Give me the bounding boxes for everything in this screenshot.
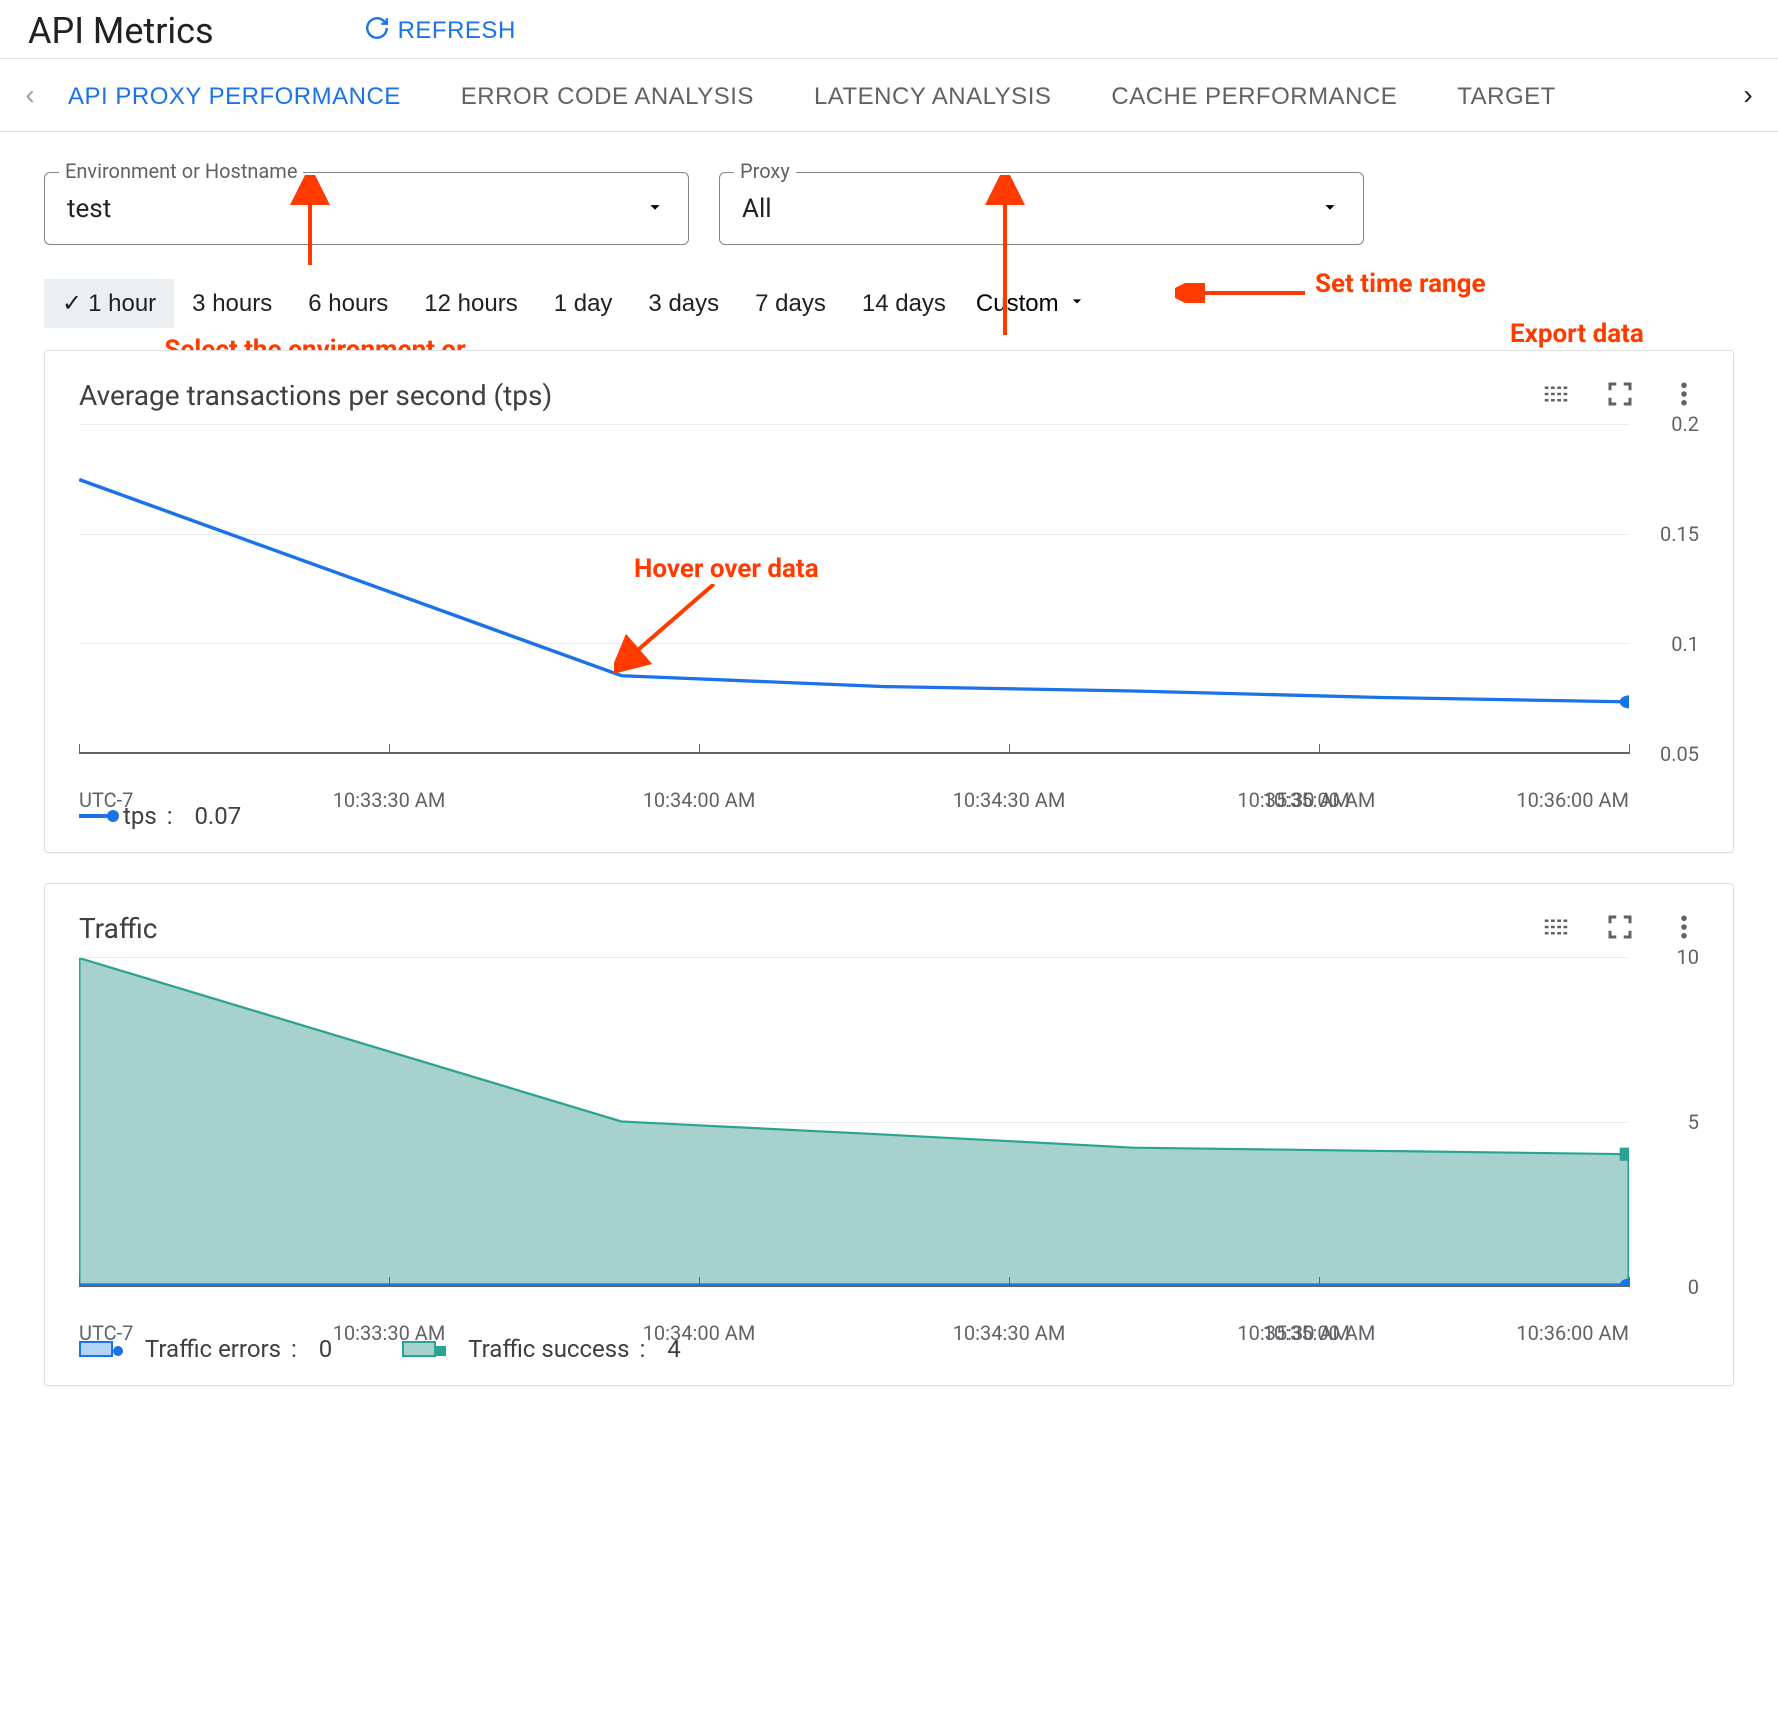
ytick: 0.05: [1660, 742, 1699, 766]
refresh-icon: [364, 15, 390, 48]
environment-select-value: test: [67, 194, 111, 224]
legend-icon: [1541, 930, 1571, 945]
ytick: 0: [1688, 1275, 1699, 1299]
legend-icon: [1541, 397, 1571, 412]
time-range-1-day[interactable]: 1 day: [536, 280, 631, 328]
ytick: 0.2: [1671, 412, 1699, 436]
xtick: 10:36:00 AM: [1516, 788, 1629, 812]
series-swatch: [79, 1341, 113, 1357]
chevron-right-icon: ›: [1743, 79, 1752, 111]
chevron-down-icon: [644, 196, 666, 222]
series-swatch: [79, 814, 113, 818]
card-traffic: Traffic 10 5 0 UTC-7 10:33:30 AM 10:3: [44, 883, 1734, 1386]
refresh-button[interactable]: REFRESH: [364, 15, 516, 48]
ytick: 0.1: [1671, 632, 1699, 656]
time-range-label: 1 hour: [88, 290, 156, 317]
xtick: 10:34:00 AM: [643, 1321, 756, 1345]
time-range-bar: ✓1 hour 3 hours 6 hours 12 hours 1 day 3…: [0, 265, 1778, 338]
check-icon: ✓: [62, 290, 82, 317]
tabs-scroll-left[interactable]: ‹: [12, 77, 48, 113]
xtick: 10:34:00 AM: [643, 788, 756, 812]
environment-select[interactable]: Environment or Hostname test: [44, 172, 689, 245]
chevron-left-icon: ‹: [25, 79, 34, 111]
refresh-label: REFRESH: [398, 17, 516, 45]
legend-toggle-button[interactable]: [1541, 379, 1571, 412]
proxy-select[interactable]: Proxy All: [719, 172, 1364, 245]
card-title: Average transactions per second (tps): [79, 379, 552, 412]
fullscreen-icon: [1605, 930, 1635, 945]
ytick: 10: [1677, 945, 1699, 969]
time-range-1-hour[interactable]: ✓1 hour: [44, 279, 174, 328]
ytick: 0.15: [1660, 522, 1699, 546]
time-range-3-days[interactable]: 3 days: [630, 280, 737, 328]
proxy-select-label: Proxy: [734, 159, 796, 183]
series-value: 0.07: [194, 802, 241, 830]
x-axis-label: UTC-7: [79, 788, 133, 812]
legend-toggle-button[interactable]: [1541, 912, 1571, 945]
xtick: 10:35:30 AM: [1237, 788, 1350, 812]
fullscreen-icon: [1605, 397, 1635, 412]
fullscreen-button[interactable]: [1605, 912, 1635, 945]
tab-list: API PROXY PERFORMANCE ERROR CODE ANALYSI…: [48, 59, 1730, 131]
more-options-button[interactable]: [1669, 379, 1699, 412]
traffic-chart[interactable]: 10 5 0 UTC-7 10:33:30 AM 10:34:00 AM 10:…: [79, 957, 1699, 1327]
xtick: 10:35:30 AM: [1237, 1321, 1350, 1345]
time-range-3-hours[interactable]: 3 hours: [174, 280, 290, 328]
time-range-7-days[interactable]: 7 days: [737, 280, 844, 328]
series-name: Traffic success: [468, 1335, 629, 1363]
card-title: Traffic: [79, 912, 157, 945]
time-range-12-hours[interactable]: 12 hours: [406, 280, 535, 328]
more-vert-icon: [1669, 397, 1699, 412]
time-range-6-hours[interactable]: 6 hours: [290, 280, 406, 328]
card-tps: Average transactions per second (tps) 0.…: [44, 350, 1734, 853]
more-options-button[interactable]: [1669, 912, 1699, 945]
tab-cache-performance[interactable]: CACHE PERFORMANCE: [1111, 59, 1397, 131]
tps-chart[interactable]: 0.2 0.15 0.1 0.05 UTC-7 10:33:30 AM 10:3…: [79, 424, 1699, 794]
series-value: 0: [319, 1335, 333, 1363]
xtick: 10:34:30 AM: [953, 788, 1066, 812]
tabs-scroll-right[interactable]: ›: [1730, 77, 1766, 113]
xtick: 10:33:30 AM: [333, 788, 446, 812]
xtick: 10:36:00 AM: [1516, 1321, 1629, 1345]
time-range-custom-label: Custom: [976, 290, 1059, 318]
chevron-down-icon: [1319, 196, 1341, 222]
environment-select-label: Environment or Hostname: [59, 159, 303, 183]
ytick: 5: [1688, 1110, 1699, 1134]
chevron-down-icon: [1067, 290, 1087, 318]
tab-target[interactable]: TARGET: [1457, 59, 1556, 131]
tab-error-code-analysis[interactable]: ERROR CODE ANALYSIS: [461, 59, 754, 131]
time-range-custom[interactable]: Custom: [964, 280, 1099, 328]
xtick: 10:34:30 AM: [953, 1321, 1066, 1345]
page-title: API Metrics: [28, 10, 214, 52]
tab-api-proxy-performance[interactable]: API PROXY PERFORMANCE: [68, 59, 401, 131]
time-range-14-days[interactable]: 14 days: [844, 280, 964, 328]
fullscreen-button[interactable]: [1605, 379, 1635, 412]
tab-latency-analysis[interactable]: LATENCY ANALYSIS: [814, 59, 1051, 131]
series-swatch: [402, 1341, 436, 1357]
series-name: Traffic errors: [145, 1335, 281, 1363]
proxy-select-value: All: [742, 194, 772, 224]
more-vert-icon: [1669, 930, 1699, 945]
